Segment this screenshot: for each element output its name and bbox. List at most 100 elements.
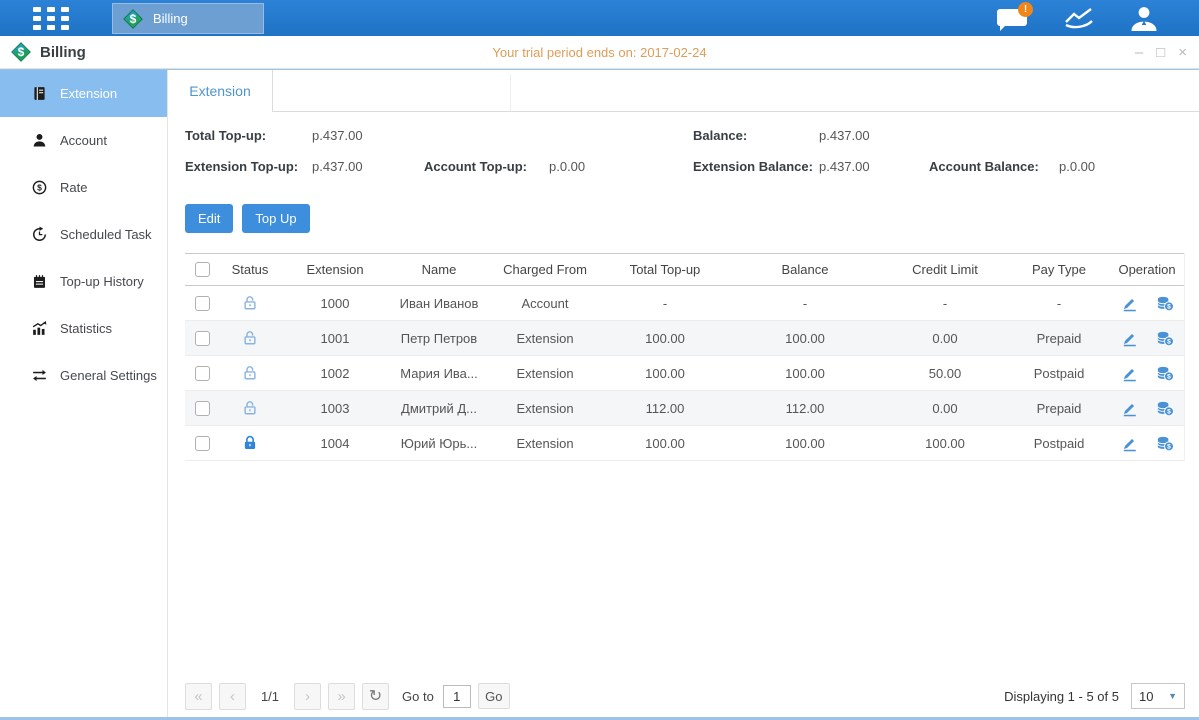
sidebar-item-general-settings[interactable]: General Settings	[0, 352, 167, 399]
table-row[interactable]: 1001 Петр Петров Extension 100.00 100.00…	[185, 321, 1184, 356]
table-row[interactable]: 1000 Иван Иванов Account - - - -	[185, 286, 1184, 321]
edit-pencil-icon[interactable]	[1120, 434, 1139, 453]
cell-balance: 112.00	[729, 401, 881, 416]
row-checkbox[interactable]	[195, 436, 210, 451]
row-checkbox[interactable]	[195, 331, 210, 346]
sidebar-item-topup-history[interactable]: Top-up History	[0, 258, 167, 305]
sidebar-item-label: Rate	[60, 180, 87, 195]
extension-ledger-icon	[31, 85, 48, 102]
table-row[interactable]: 1003 Дмитрий Д... Extension 112.00 112.0…	[185, 391, 1184, 426]
tab-divider	[510, 74, 511, 111]
goto-page-input[interactable]	[443, 685, 471, 708]
cell-charged-from: Account	[489, 296, 601, 311]
sidebar-item-statistics[interactable]: Statistics	[0, 305, 167, 352]
notification-badge: !	[1018, 2, 1033, 17]
row-checkbox[interactable]	[195, 366, 210, 381]
sidebar: Extension Account $ Rate	[0, 70, 168, 717]
cell-credit-limit: 0.00	[881, 401, 1009, 416]
cell-pay-type: Prepaid	[1009, 401, 1109, 416]
trial-notice: Your trial period ends on: 2017-02-24	[492, 36, 706, 68]
col-extension: Extension	[281, 262, 389, 277]
edit-pencil-icon[interactable]	[1120, 294, 1139, 313]
displaying-text: Displaying 1 - 5 of 5	[1004, 689, 1119, 704]
row-checkbox[interactable]	[195, 296, 210, 311]
table-header: Status Extension Name Charged From Total…	[185, 253, 1184, 286]
sidebar-item-account[interactable]: Account	[0, 117, 167, 164]
app-menu-grid-icon[interactable]	[33, 7, 69, 30]
next-page-button[interactable]: ›	[294, 683, 321, 710]
row-checkbox[interactable]	[195, 401, 210, 416]
svg-text:$: $	[1167, 408, 1171, 415]
table-row[interactable]: 1004 Юрий Юрь... Extension 100.00 100.00…	[185, 426, 1184, 461]
sidebar-item-scheduled-task[interactable]: Scheduled Task	[0, 211, 167, 258]
svg-text:$: $	[1167, 443, 1171, 450]
cell-charged-from: Extension	[489, 436, 601, 451]
topup-history-notebook-icon	[31, 273, 48, 290]
cell-credit-limit: -	[881, 296, 1009, 311]
top-up-coins-icon[interactable]: $	[1155, 329, 1175, 348]
locked-icon	[241, 434, 259, 452]
col-balance: Balance	[729, 262, 881, 277]
table-row[interactable]: 1002 Мария Ива... Extension 100.00 100.0…	[185, 356, 1184, 391]
sidebar-item-extension[interactable]: Extension	[0, 70, 167, 117]
billing-app-icon: $	[122, 8, 144, 30]
tabstrip: Extension	[168, 70, 1199, 112]
screen: $ Billing !	[0, 0, 1199, 720]
topbar-icons: !	[997, 0, 1159, 36]
tab-label: Extension	[189, 83, 250, 99]
top-up-coins-icon[interactable]: $	[1155, 294, 1175, 313]
edit-pencil-icon[interactable]	[1120, 329, 1139, 348]
maximize-icon[interactable]: □	[1156, 45, 1165, 60]
cell-balance: -	[729, 296, 881, 311]
cell-balance: 100.00	[729, 436, 881, 451]
cell-extension: 1004	[281, 436, 389, 451]
svg-text:$: $	[37, 182, 42, 192]
window-titlebar: $ Billing Your trial period ends on: 201…	[0, 36, 1199, 69]
extension-topup-value: p.437.00	[312, 159, 363, 174]
balance-label: Balance:	[693, 128, 747, 143]
cell-extension: 1003	[281, 401, 389, 416]
reports-chart-icon[interactable]	[1062, 5, 1096, 31]
cell-charged-from: Extension	[489, 366, 601, 381]
taskbar-tab-billing[interactable]: $ Billing	[112, 3, 264, 34]
close-icon[interactable]: ×	[1178, 45, 1187, 60]
page-size-value: 10	[1139, 689, 1153, 704]
sidebar-item-label: Account	[60, 133, 107, 148]
go-button[interactable]: Go	[478, 683, 510, 709]
messages-icon[interactable]: !	[997, 6, 1029, 30]
top-up-coins-icon[interactable]: $	[1155, 434, 1175, 453]
cell-total-topup: 100.00	[601, 366, 729, 381]
edit-pencil-icon[interactable]	[1120, 364, 1139, 383]
page-size-select[interactable]: 10 ▼	[1131, 683, 1185, 709]
account-person-icon	[31, 132, 48, 149]
edit-button[interactable]: Edit	[185, 204, 233, 233]
statistics-chart-icon	[31, 320, 48, 337]
cell-name: Иван Иванов	[389, 296, 489, 311]
balance-summary: Total Top-up: p.437.00 Balance: p.437.00…	[185, 125, 1199, 189]
cell-total-topup: 100.00	[601, 436, 729, 451]
cell-charged-from: Extension	[489, 331, 601, 346]
col-operation: Operation	[1109, 262, 1185, 277]
first-page-button[interactable]: «	[185, 683, 212, 710]
sidebar-item-rate[interactable]: $ Rate	[0, 164, 167, 211]
cell-name: Юрий Юрь...	[389, 436, 489, 451]
goto-label: Go to	[402, 689, 434, 704]
tab-extension[interactable]: Extension	[168, 70, 273, 112]
prev-page-button[interactable]: ‹	[219, 683, 246, 710]
top-up-coins-icon[interactable]: $	[1155, 364, 1175, 383]
select-all-checkbox[interactable]	[195, 262, 210, 277]
top-up-coins-icon[interactable]: $	[1155, 399, 1175, 418]
top-up-button[interactable]: Top Up	[242, 204, 309, 233]
user-account-icon[interactable]	[1129, 5, 1159, 32]
refresh-icon[interactable]: ↻	[362, 683, 389, 710]
cell-balance: 100.00	[729, 331, 881, 346]
rate-dollar-icon: $	[31, 179, 48, 196]
last-page-button[interactable]: »	[328, 683, 355, 710]
cell-name: Петр Петров	[389, 331, 489, 346]
edit-pencil-icon[interactable]	[1120, 399, 1139, 418]
minimize-icon[interactable]: –	[1135, 45, 1143, 60]
page-indicator: 1/1	[253, 689, 287, 704]
cell-pay-type: Postpaid	[1009, 366, 1109, 381]
col-credit-limit: Credit Limit	[881, 262, 1009, 277]
cell-total-topup: 100.00	[601, 331, 729, 346]
